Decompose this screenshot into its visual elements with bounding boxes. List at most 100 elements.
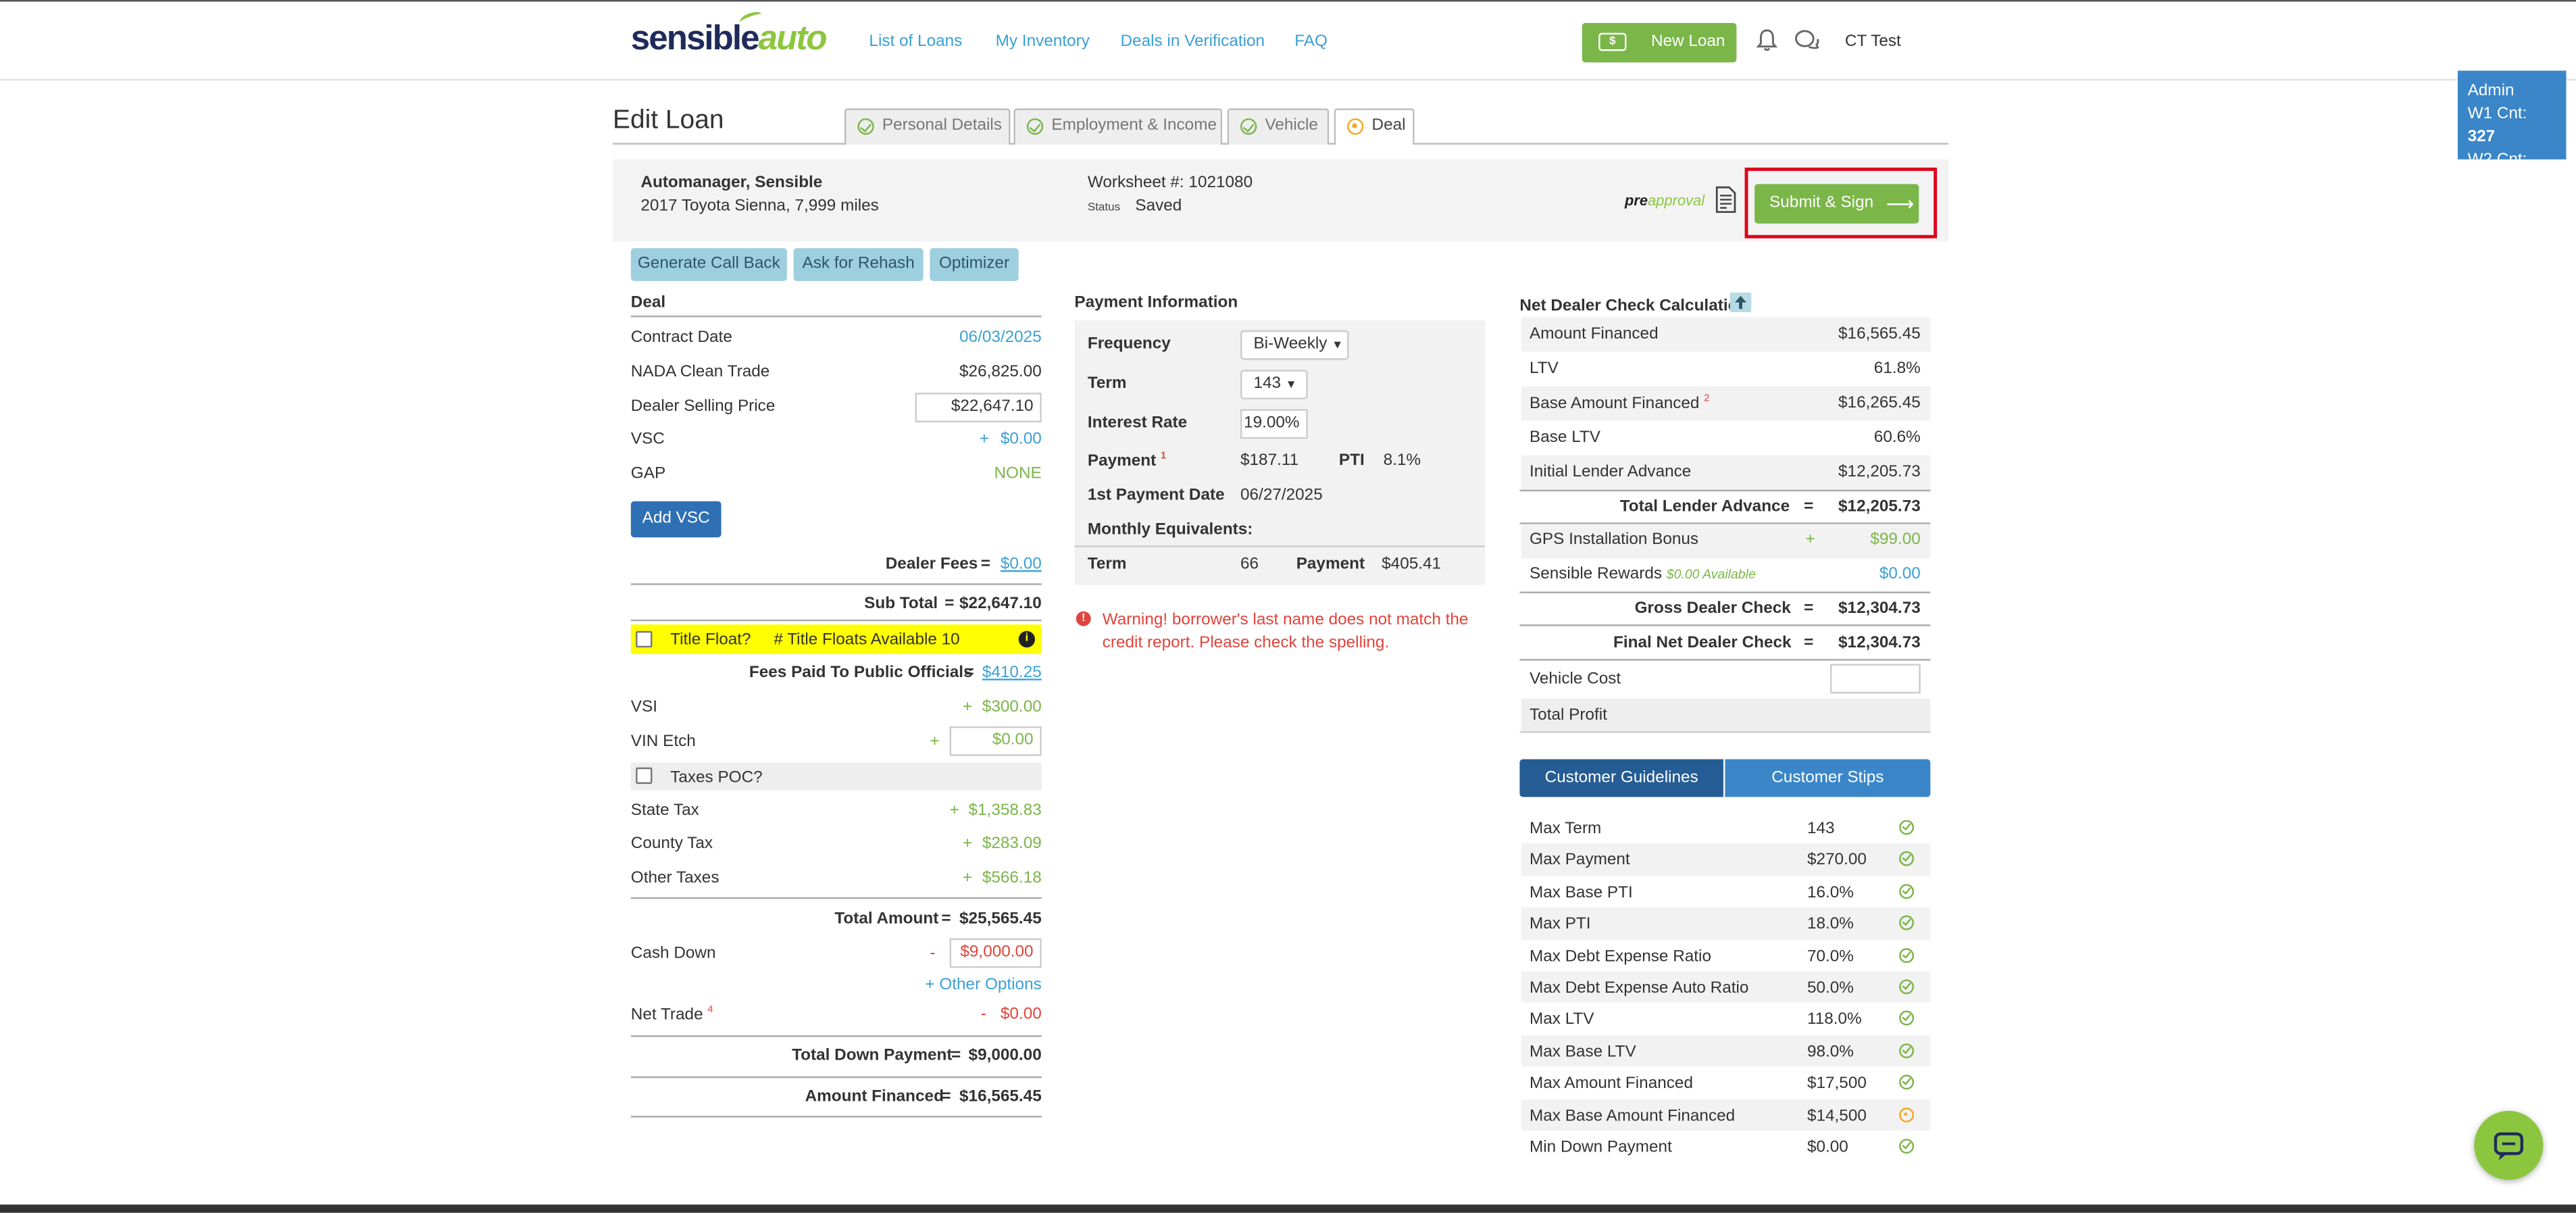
divider [1519,731,1931,733]
chat-bubbles-icon[interactable] [1794,28,1821,52]
status-value: Saved [1135,197,1182,216]
browser-bottom-bar [0,1204,2576,1213]
add-vsc-button[interactable]: Add VSC [630,501,722,538]
ndc-label-4: Initial Lender Advance [1530,463,1692,482]
monthly-payment-value: $405.41 [1382,555,1442,574]
monthly-term-value: 66 [1240,555,1259,574]
check-circle-icon [1240,118,1257,135]
admin-counter-badge: Admin W1 Cnt: 327 W2 Cnt: 319 [2457,70,2567,193]
warning-circle-icon [1899,1107,1915,1122]
guideline-value: 98.0% [1807,1043,1854,1062]
title-floats-available: # Title Floats Available 10 [774,630,960,649]
amount-financed-value: $16,565.45 [959,1087,1042,1106]
gap-value[interactable]: NONE [959,465,1041,483]
ask-for-rehash-button[interactable]: Ask for Rehash [793,248,924,281]
taxes-poc-checkbox[interactable] [636,767,653,784]
interest-rate-input[interactable]: 19.00% [1240,409,1308,439]
other-taxes-value: $566.18 [982,869,1042,888]
dealer-selling-price-input[interactable]: $22,647.10 [915,393,1042,422]
info-icon[interactable]: i [1018,630,1036,648]
bell-icon[interactable] [1756,28,1778,52]
guideline-label: Max LTV [1530,1011,1594,1030]
guideline-value: 16.0% [1807,883,1854,902]
county-tax-label: County Tax [630,835,713,853]
vsi-label: VSI [630,698,658,717]
first-payment-label: 1st Payment Date [1087,486,1225,505]
monthly-term-label: Term [1087,555,1127,574]
divider [630,315,1042,318]
collapse-up-icon[interactable] [1729,292,1752,313]
other-taxes-label: Other Taxes [630,869,719,888]
ndc-value-3: 60.6% [1873,428,1921,447]
cash-down-input[interactable]: $9,000.00 [949,938,1042,968]
total-down-payment-label: Total Down Payment [792,1047,953,1065]
check-circle-icon [1899,947,1915,963]
fees-public-officials-value[interactable]: $410.25 [959,664,1042,682]
first-payment-value: 06/27/2025 [1240,486,1323,505]
vsi-value: $300.00 [982,698,1042,717]
tab-customer-guidelines[interactable]: Customer Guidelines [1519,759,1723,797]
warning-icon: ! [1076,611,1091,626]
optimizer-button[interactable]: Optimizer [930,248,1019,281]
sensible-rewards-label: Sensible Rewards $0.00 Available [1530,565,1756,584]
tab-vehicle[interactable]: Vehicle [1227,108,1330,145]
pti-label: PTI [1338,451,1365,470]
chat-launcher-button[interactable] [2474,1110,2544,1181]
ndc-value-0: $16,565.45 [1838,325,1921,344]
final-net-dealer-check-label: Final Net Dealer Check [1613,634,1792,653]
divider [630,1076,1042,1079]
guideline-value: $14,500 [1807,1107,1867,1125]
nav-deals-in-verification[interactable]: Deals in Verification [1120,33,1265,51]
vin-etch-input[interactable]: $0.00 [949,726,1042,756]
dealer-fees-value[interactable]: $0.00 [959,555,1042,574]
ndc-label-0: Amount Financed [1530,325,1659,344]
contract-date-value[interactable]: 06/03/2025 [910,328,1042,347]
preapproval-logo: preapproval [1625,192,1705,209]
taxes-poc-label: Taxes POC? [670,769,763,787]
generate-call-back-button[interactable]: Generate Call Back [630,248,787,281]
sensible-rewards-value[interactable]: $0.00 [1838,566,1921,584]
ndc-label-2: Base Amount Financed 2 [1530,394,1710,414]
total-amount-label: Total Amount [834,910,939,929]
money-icon: $ [1598,32,1627,51]
net-trade-label: Net Trade 4 [630,1006,713,1024]
vsc-value[interactable]: $0.00 [959,430,1042,449]
tab-personal-details[interactable]: Personal Details [844,108,1011,145]
pti-value: 8.1% [1383,451,1421,470]
gap-label: GAP [630,465,666,483]
total-down-payment-value: $9,000.00 [968,1047,1042,1065]
payment-label: Payment 1 [1087,451,1167,471]
plus-sign: + [1805,530,1815,549]
title-float-checkbox[interactable] [636,630,653,648]
sensibleauto-logo[interactable]: sensibleauto [631,9,828,59]
minus-sign: - [930,945,936,964]
guideline-value: $0.00 [1807,1139,1848,1157]
tab-customer-stips[interactable]: Customer Stips [1725,759,1931,797]
top-navbar: sensibleauto List of Loans My Inventory … [0,0,2576,81]
nav-faq[interactable]: FAQ [1294,33,1328,51]
divider [630,583,1042,585]
guideline-label: Max Base LTV [1530,1043,1636,1062]
tab-deal[interactable]: Deal [1334,108,1415,145]
submit-and-sign-button[interactable]: Submit & Sign ⟶ [1754,184,1919,224]
tab-employment-income[interactable]: Employment & Income [1013,108,1223,145]
ndc-value-1: 61.8% [1873,360,1921,378]
term-select[interactable]: 143 ▼ [1240,370,1308,399]
vehicle-cost-input[interactable] [1830,664,1921,694]
new-loan-button[interactable]: $ New Loan [1582,23,1737,63]
frequency-select[interactable]: Bi-Weekly ▼ [1240,330,1349,360]
nav-my-inventory[interactable]: My Inventory [996,33,1090,51]
caret-down-icon: ▼ [1285,379,1297,391]
cash-down-label: Cash Down [630,945,716,964]
guidelines-segmented-control: Customer Guidelines Customer Stips [1519,759,1931,797]
nav-list-of-loans[interactable]: List of Loans [869,33,962,51]
document-icon[interactable] [1715,186,1737,214]
divider [630,1035,1042,1037]
other-options-link[interactable]: + Other Options [894,976,1041,994]
ndc-value-2: $16,265.45 [1838,394,1921,413]
title-float-label: Title Float? [670,630,751,649]
divider [1519,624,1931,626]
total-lender-advance-label: Total Lender Advance [1619,497,1790,516]
check-circle-icon [1026,118,1044,135]
user-menu[interactable]: CT Test [1845,33,1901,51]
